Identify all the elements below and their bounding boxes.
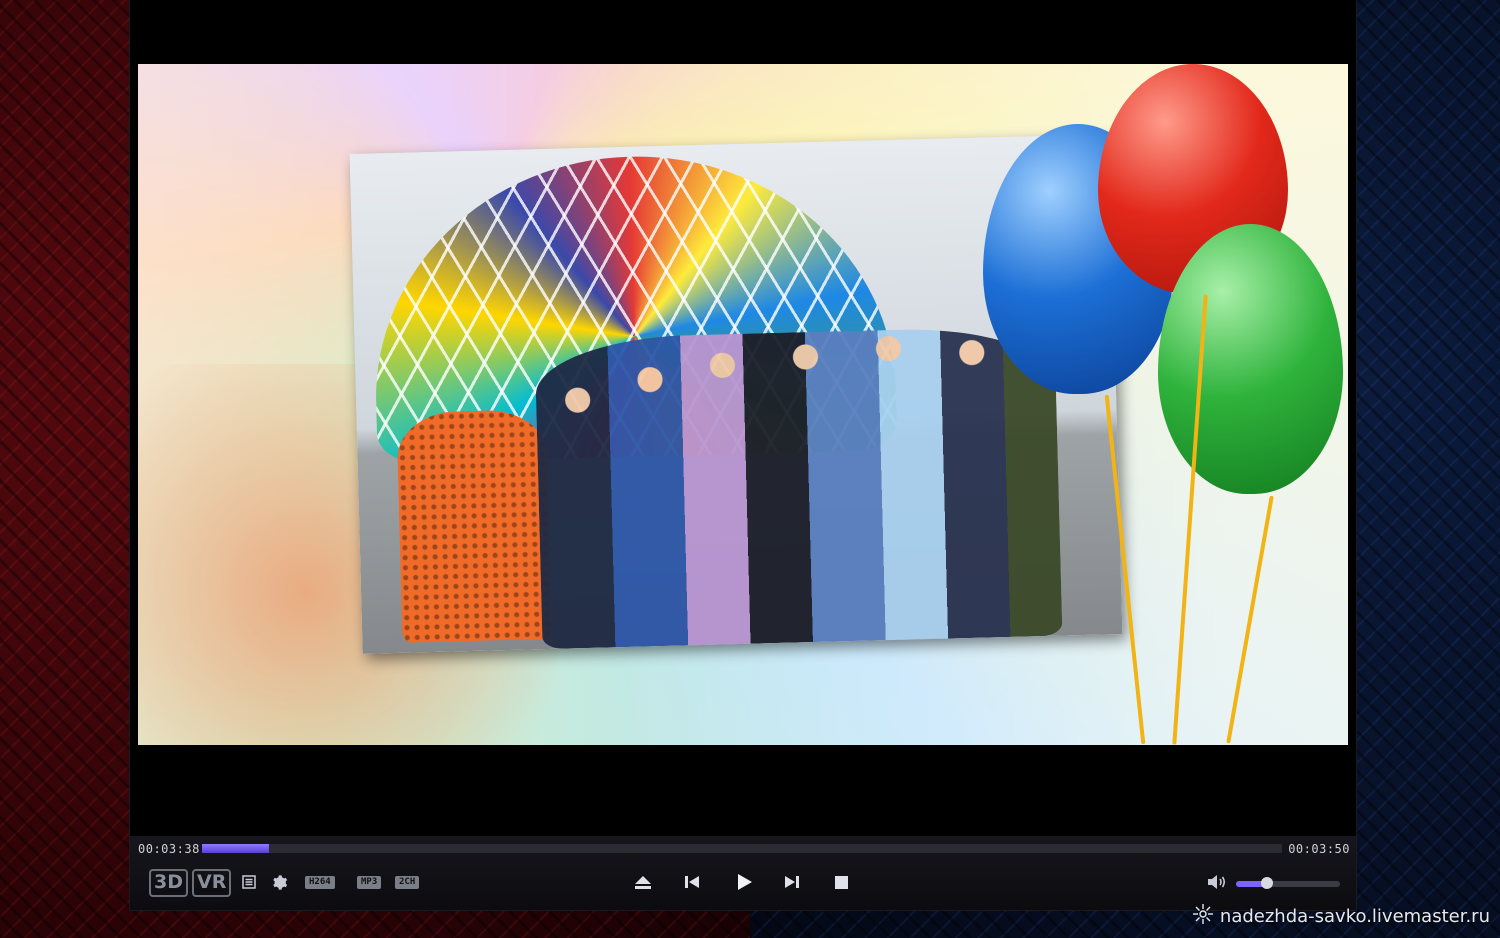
seek-bar-progress	[202, 844, 269, 853]
skip-next-icon[interactable]	[782, 870, 802, 894]
watermark-text: nadezhda-savko.livemaster.ru	[1219, 906, 1490, 927]
stop-icon[interactable]	[831, 870, 851, 894]
orange-basket	[396, 408, 553, 643]
total-time: 00:03:50	[1288, 842, 1350, 856]
codec-badge-channels: 2CH	[395, 876, 420, 889]
watermark: nadezhda-savko.livemaster.ru	[1192, 903, 1490, 930]
playlist-icon[interactable]	[241, 870, 257, 894]
play-icon[interactable]	[733, 870, 755, 894]
codec-badge-audio: MP3	[357, 876, 382, 889]
group-of-children	[534, 325, 1063, 650]
seek-bar[interactable]	[202, 844, 1282, 853]
livemaster-logo-icon	[1192, 903, 1214, 930]
current-time: 00:03:38	[138, 842, 200, 856]
video-player-window: 00:03:38 00:03:50 3D VR H264 MP3 2CH	[130, 0, 1356, 910]
eject-icon[interactable]	[633, 870, 653, 894]
control-bar: 00:03:38 00:03:50 3D VR H264 MP3 2CH	[130, 836, 1356, 910]
codec-badge-video: H264	[305, 876, 335, 889]
vr-mode-button[interactable]: VR	[192, 869, 232, 897]
speaker-icon[interactable]	[1206, 870, 1228, 894]
volume-slider[interactable]	[1236, 877, 1340, 889]
gear-icon[interactable]	[269, 870, 289, 894]
3d-mode-button[interactable]: 3D	[149, 869, 188, 897]
skip-previous-icon[interactable]	[682, 870, 702, 894]
video-frame[interactable]	[138, 64, 1348, 745]
volume-knob[interactable]	[1261, 877, 1274, 889]
